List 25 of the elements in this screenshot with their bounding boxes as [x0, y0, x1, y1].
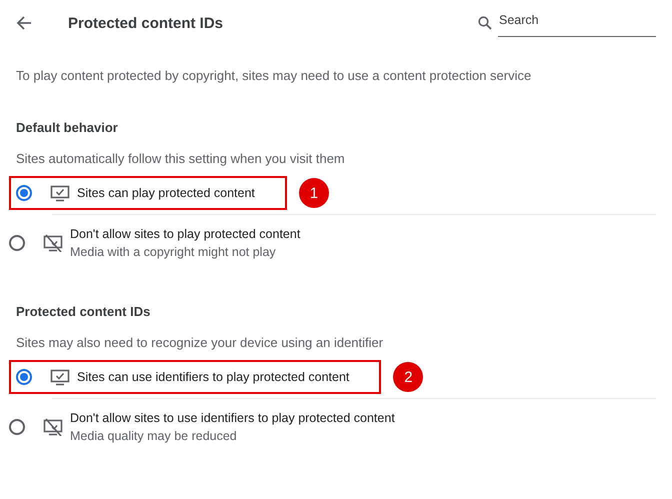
option-sublabel: Media with a copyright might not play — [70, 245, 277, 259]
back-button[interactable] — [16, 14, 34, 32]
option-label: Sites can play protected content — [77, 186, 255, 200]
monitor-crossed-icon — [43, 418, 63, 436]
radio-button[interactable] — [16, 185, 32, 201]
back-arrow-icon — [16, 15, 32, 31]
step-badge: 1 — [298, 178, 329, 208]
section-heading: Default behavior — [15, 119, 119, 135]
section-subtext: Sites automatically follow this setting when you visit them — [15, 150, 346, 166]
step-badge: 2 — [393, 362, 424, 392]
monitor-crossed-icon — [43, 234, 63, 252]
section-heading: Protected content IDs — [15, 303, 152, 319]
description-text: To play content protected by copyright, sites may need to use a content protection service — [15, 67, 532, 83]
option-label: Sites can use identifiers to play protected content — [77, 370, 350, 384]
monitor-check-icon — [50, 184, 70, 202]
radio-button[interactable] — [9, 419, 25, 435]
radio-button[interactable] — [16, 369, 32, 385]
option-sublabel: Media quality may be reduced — [70, 429, 238, 443]
search-icon — [478, 16, 492, 30]
page-title: Protected content IDs — [68, 14, 224, 32]
option-label: Don't allow sites to use identifiers to play protected content — [70, 411, 395, 425]
section-subtext: Sites may also need to recognize your device using an identifier — [15, 334, 384, 350]
radio-button[interactable] — [9, 235, 25, 251]
monitor-check-icon — [50, 368, 70, 386]
option-label: Don't allow sites to play protected content — [70, 227, 300, 241]
